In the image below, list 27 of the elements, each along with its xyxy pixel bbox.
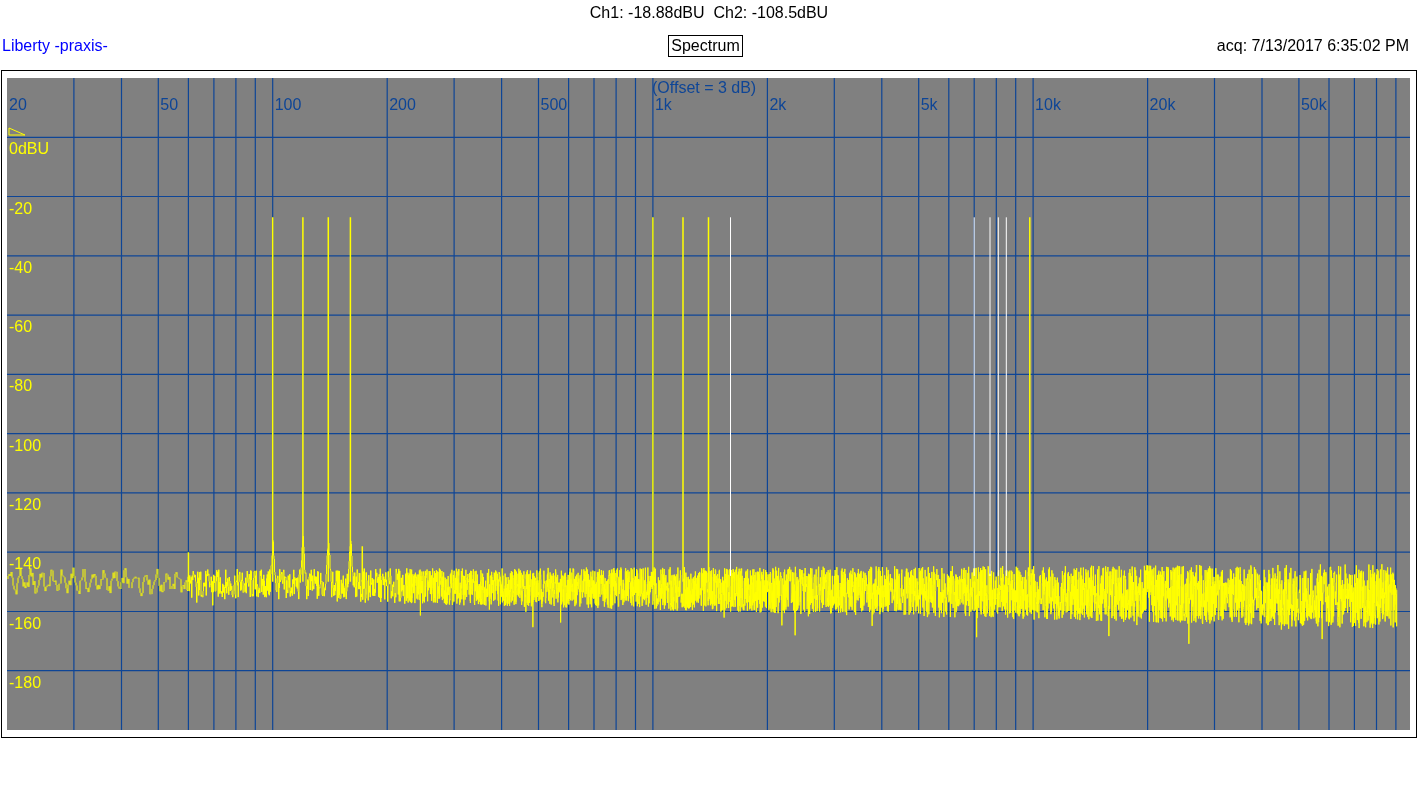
frequency-tick-label: 200 [389,96,416,113]
frequency-tick-label: 5k [920,96,938,113]
frequency-tick-label: 10k [1035,96,1061,113]
frequency-tick-label: 50 [160,96,179,113]
offset-note: (Offset = 3 dB) [652,79,757,96]
channel-readout: Ch1: -18.88dBU Ch2: -108.5dBU [589,4,829,22]
level-tick-label: -80 [9,377,33,395]
level-tick-label: -160 [9,614,42,632]
frequency-tick-label: 20 [9,96,27,113]
level-tick-label: -20 [9,199,33,217]
level-tick-label: -120 [9,495,42,513]
frequency-tick-label: 1k [654,96,672,113]
level-tick-label: 0dBU [9,140,50,158]
level-tick-label: -60 [9,318,33,336]
frequency-tick-label: 2k [769,96,787,113]
reference-marker-icon [8,127,26,136]
frequency-tick-label: 500 [540,96,568,113]
frequency-tick-label: 100 [274,96,302,113]
level-tick-label: -40 [9,258,33,276]
mode-label: Spectrum [668,35,743,57]
level-tick-label: -140 [9,555,42,573]
level-tick-label: -100 [9,436,42,454]
frequency-tick-label: 20k [1149,96,1176,113]
app-name: Liberty -praxis- [2,37,109,55]
acquisition-time: acq: 7/13/2017 6:35:02 PM [1216,37,1409,55]
level-tick-label: -180 [9,673,42,691]
frequency-tick-label: 50k [1300,96,1327,113]
